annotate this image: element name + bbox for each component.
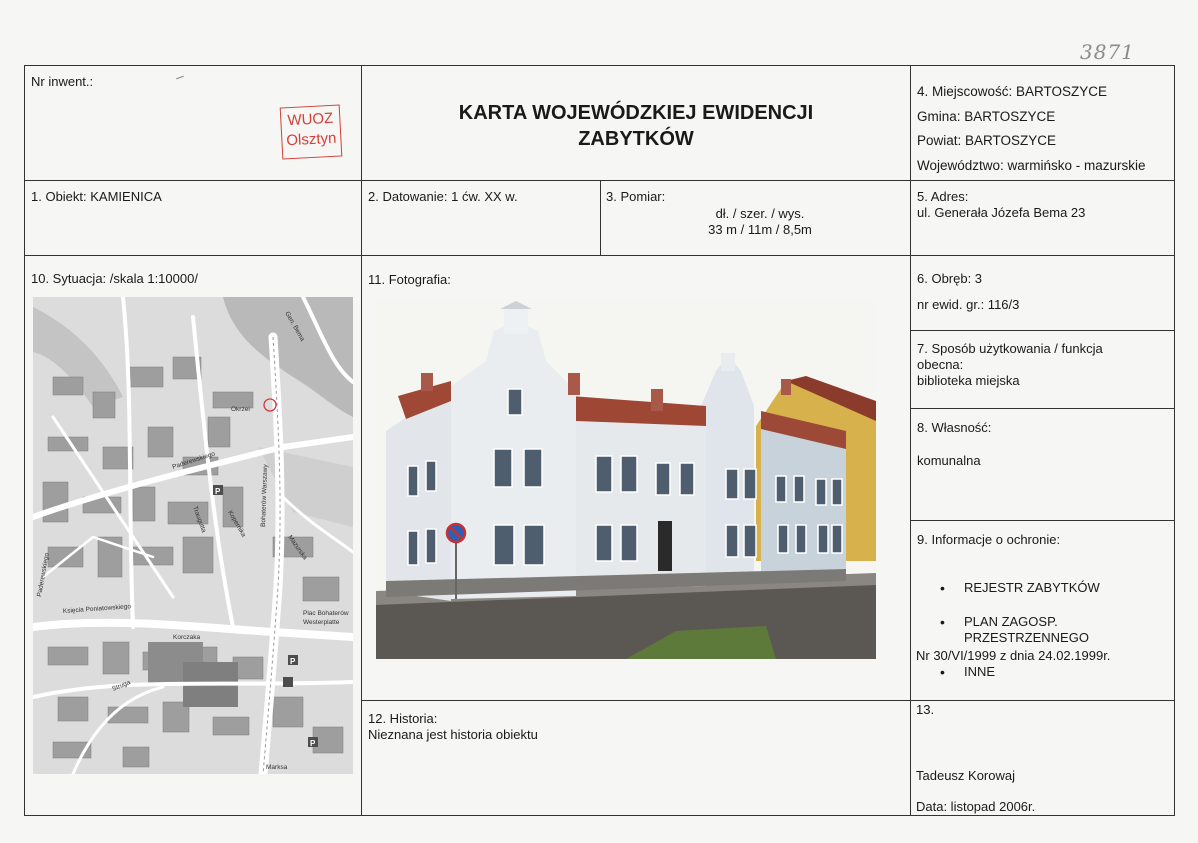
author-name: Tadeusz Korowaj	[916, 768, 1015, 783]
card-date: Data: listopad 2006r.	[916, 799, 1036, 814]
usage-label: obecna:	[917, 357, 964, 372]
divider	[24, 180, 1175, 181]
inventory-number-label: Nr inwent.:	[31, 74, 94, 89]
divider	[600, 180, 601, 255]
usage-label: 7. Sposób użytkowania / funkcja	[917, 341, 1103, 356]
stamp-line: Olsztyn	[285, 129, 337, 150]
map-label: Westerplatte	[303, 619, 340, 626]
title-line: ZABYTKÓW	[578, 128, 694, 150]
photo-drawing	[376, 301, 876, 659]
ownership-label: 8. Własność:	[917, 420, 992, 435]
protection-item-text: PLAN ZAGOSP.	[964, 614, 1058, 629]
divider	[361, 700, 1175, 701]
gmina: Gmina: BARTOSZYCE	[917, 108, 1056, 124]
divider	[910, 408, 1175, 409]
map-label: Okrzei	[231, 406, 250, 413]
voivodeship: Województwo: warmińsko - mazurskie	[917, 157, 1146, 173]
resolution-number: Nr 30/VI/1999 z dnia 24.02.1999r.	[916, 648, 1111, 663]
usage-value: biblioteka miejska	[917, 373, 1020, 388]
protection-list: PLAN ZAGOSP.PRZESTRZENNEGO	[912, 614, 1172, 646]
protection-item-text: PRZESTRZENNEGO	[964, 630, 1089, 645]
map-drawing: PPP Gen. Bema Okrzei Paderewskiego Pader…	[33, 297, 353, 774]
protection-list: REJESTR ZABYTKÓW	[912, 580, 1172, 596]
section13-label: 13.	[916, 702, 935, 717]
divider	[910, 330, 1175, 331]
address-value: ul. Generała Józefa Bema 23	[917, 205, 1086, 220]
divider	[361, 65, 362, 816]
map-label: Marksa	[266, 764, 288, 771]
svg-text:P: P	[215, 487, 221, 496]
address-label: 5. Adres:	[917, 189, 969, 204]
svg-text:P: P	[290, 657, 296, 666]
locality: 4. Miejscowość: BARTOSZYCE	[917, 84, 1108, 99]
situation-label: 10. Sytuacja: /skala 1:10000/	[31, 271, 198, 286]
history-value: Nieznana jest historia obiektu	[368, 727, 538, 742]
photo-label: 11. Fotografia:	[368, 272, 451, 287]
wuoz-stamp: WUOZ Olsztyn	[279, 104, 343, 160]
object-field: 1. Obiekt: KAMIENICA	[31, 189, 162, 204]
measurement-dims-value: 33 m / 11m / 8,5m	[708, 222, 812, 237]
powiat: Powiat: BARTOSZYCE	[917, 133, 1057, 148]
evidence-card: 3871 Nr inwent.: WUOZ Olsztyn KARTA WOJE…	[0, 0, 1198, 843]
map-label: Plac Bohaterów	[303, 610, 349, 617]
measurement-dims-label: dł. / szer. / wys.	[715, 206, 805, 221]
protection-item: REJESTR ZABYTKÓW	[912, 580, 1172, 596]
map-label: Korczaka	[173, 634, 200, 641]
plot-number: nr ewid. gr.: 116/3	[917, 297, 1020, 312]
protection-item: INNE	[912, 664, 1172, 680]
dating-field: 2. Datowanie: 1 ćw. XX w.	[368, 189, 518, 204]
svg-text:P: P	[310, 739, 316, 748]
ownership-value: komunalna	[917, 453, 981, 468]
history-label: 12. Historia:	[368, 711, 438, 726]
divider	[910, 65, 911, 816]
protection-item: PLAN ZAGOSP.PRZESTRZENNEGO	[912, 614, 1172, 646]
building-photograph	[376, 301, 876, 659]
situation-map: PPP Gen. Bema Okrzei Paderewskiego Pader…	[33, 297, 353, 774]
handwritten-archive-number: 3871	[1080, 40, 1135, 64]
title-line: KARTA WOJEWÓDZKIEJ EWIDENCJI	[458, 102, 814, 124]
protection-list: INNE	[912, 664, 1172, 680]
measurement-label: 3. Pomiar:	[606, 189, 666, 204]
protection-label: 9. Informacje o ochronie:	[917, 532, 1061, 547]
precinct-label: 6. Obręb: 3	[917, 271, 983, 286]
location-block: 4. Miejscowość: BARTOSZYCE Gmina: BARTOS…	[917, 80, 1146, 178]
divider	[24, 255, 1175, 256]
usage-block: 7. Sposób użytkowania / funkcja obecna: …	[917, 341, 1103, 389]
divider	[910, 520, 1175, 521]
card-title: KARTA WOJEWÓDZKIEJ EWIDENCJI ZABYTKÓW	[362, 100, 910, 152]
